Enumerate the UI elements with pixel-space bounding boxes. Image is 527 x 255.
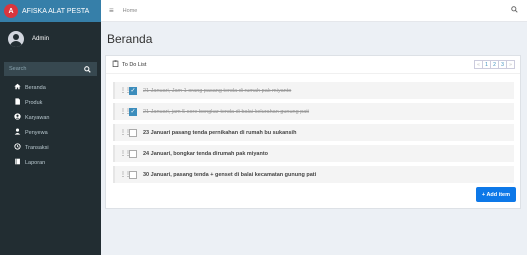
todo-text: 24 Januari, bongkar tenda dirumah pak mi… (143, 150, 269, 157)
todo-text: 23 Januari pasang tenda pernikahan di ru… (143, 129, 297, 136)
sidebar-menu: Beranda Produk Karyawan Penyewa Transaks… (0, 80, 101, 170)
drag-handle-icon[interactable]: ⋮⋮ (120, 150, 131, 157)
drag-handle-icon[interactable]: ⋮⋮ (120, 129, 131, 136)
todo-checkbox[interactable]: ✓ (129, 86, 137, 95)
topbar-search-icon[interactable] (511, 6, 518, 15)
sidebar-item-karyawan[interactable]: Karyawan (0, 110, 101, 125)
sidebar-item-label: Transaksi (25, 144, 49, 151)
drag-handle-icon[interactable]: ⋮⋮ (120, 171, 131, 178)
sidebar-item-label: Penyewa (25, 129, 48, 136)
todo-card-header: To Do List « 1 2 3 » (106, 56, 520, 74)
todo-item[interactable]: ⋮⋮ 30 Januari, pasang tenda + genset di … (113, 166, 514, 183)
sidebar-item-label: Beranda (25, 84, 46, 91)
sidebar-item-penyewa[interactable]: Penyewa (0, 125, 101, 140)
page-title: Beranda (107, 32, 153, 46)
todo-card: To Do List « 1 2 3 » ⋮⋮ ✓ 21 Januari, Ja… (105, 55, 521, 209)
person-icon (13, 128, 21, 137)
avatar (8, 31, 24, 47)
todo-item[interactable]: ⋮⋮ ✓ 21 Januari, jam 5 sore bongkar tend… (113, 103, 514, 120)
todo-item[interactable]: ⋮⋮ 24 Januari, bongkar tenda dirumah pak… (113, 145, 514, 162)
book-icon (13, 158, 21, 167)
brand-name: AFISKA ALAT PESTA (22, 7, 90, 15)
user-circle-icon (13, 113, 21, 122)
sidebar-item-label: Produk (25, 99, 43, 106)
sidebar-item-laporan[interactable]: Laporan (0, 155, 101, 170)
sidebar-item-label: Laporan (25, 159, 46, 166)
sidebar-item-label: Karyawan (25, 114, 50, 121)
drag-handle-icon[interactable]: ⋮⋮ (120, 87, 131, 94)
todo-item[interactable]: ⋮⋮ ✓ 21 Januari, Jam 1 orang pasang tend… (113, 82, 514, 99)
todo-checkbox[interactable] (129, 170, 137, 179)
sidebar: A AFISKA ALAT PESTA Admin Search Beranda… (0, 0, 101, 255)
sidebar-item-beranda[interactable]: Beranda (0, 80, 101, 95)
brand[interactable]: A AFISKA ALAT PESTA (0, 0, 101, 22)
todo-card-title: To Do List (122, 61, 147, 68)
pagination-next[interactable]: » (506, 60, 515, 69)
todo-checkbox[interactable] (129, 149, 137, 158)
todo-checkbox[interactable] (129, 128, 137, 137)
add-item-button[interactable]: + Add item (475, 187, 516, 202)
todo-list: ⋮⋮ ✓ 21 Januari, Jam 1 orang pasang tend… (106, 74, 520, 183)
sidebar-search[interactable]: Search (4, 62, 97, 76)
brand-logo-icon: A (4, 4, 18, 18)
search-icon[interactable] (83, 65, 92, 74)
todo-text: 30 Januari, pasang tenda + genset di bal… (143, 171, 317, 178)
topbar: ≡ Home (101, 0, 527, 22)
todo-text: 21 Januari, jam 5 sore bongkar tenda di … (143, 108, 310, 115)
search-input[interactable]: Search (9, 66, 26, 72)
file-icon (13, 98, 21, 107)
todo-item[interactable]: ⋮⋮ 23 Januari pasang tenda pernikahan di… (113, 124, 514, 141)
breadcrumb[interactable]: Home (123, 8, 138, 14)
sidebar-item-produk[interactable]: Produk (0, 95, 101, 110)
history-icon (13, 143, 21, 152)
clipboard-icon (112, 60, 119, 69)
todo-text: 21 Januari, Jam 1 orang pasang tenda di … (143, 87, 292, 94)
home-icon (13, 83, 21, 92)
pagination: « 1 2 3 » (474, 60, 515, 69)
user-panel: Admin (0, 22, 101, 56)
menu-toggle-icon[interactable]: ≡ (109, 6, 114, 15)
drag-handle-icon[interactable]: ⋮⋮ (120, 108, 131, 115)
todo-checkbox[interactable]: ✓ (129, 107, 137, 116)
user-name: Admin (32, 36, 50, 42)
sidebar-item-transaksi[interactable]: Transaksi (0, 140, 101, 155)
